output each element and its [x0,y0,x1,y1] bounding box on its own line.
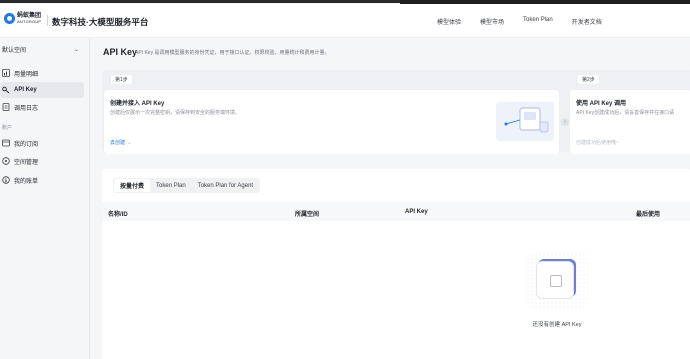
logo-en-text: ANTGROUP [17,19,42,24]
api-key-panel: 按量付费 Token Plan Token Plan for Agent 名称/… [102,169,690,359]
onboarding-steps: 第1步 创建并接入 API Key 创建后仅展示一次完整密钥，请保存到安全的服务… [102,70,690,154]
antgroup-logo[interactable]: 蚂蚁集团 ANTGROUP [4,13,41,24]
sidebar-item-label: 调用日志 [14,105,39,112]
top-header: 蚂蚁集团 ANTGROUP 数字科技·大模型服务平台 模型体验 模型市场 Tok… [0,4,690,38]
tab-pay-as-you-go[interactable]: 按量付费 [114,179,151,192]
log-icon [2,103,10,111]
sidebar-item-space-management[interactable]: 空间管理 [0,153,84,169]
svg-text:$: $ [4,178,7,184]
table-header: 名称/ID 所属空间 API Key 最后使用 [102,202,690,221]
chevron-down-icon: ⌄ [73,46,79,53]
step-1-tag: 第1步 [111,75,132,84]
step-1-card: 创建并接入 API Key 创建后仅展示一次完整密钥，请保存到安全的服务端环境。… [104,90,559,154]
sidebar-item-api-key[interactable]: API Key [0,82,84,98]
tab-token-plan-agent[interactable]: Token Plan for Agent [192,179,259,192]
api-key-illustration [496,102,554,141]
sidebar-item-billing[interactable]: $ 我的账单 [0,172,84,188]
platform-title: 数字科技·大模型服务平台 [52,17,149,27]
step-1-title: 创建并接入 API Key [110,101,165,107]
sidebar-item-label: API Key [14,87,37,93]
step-2-tag: 第2步 [578,75,599,84]
step-2-card: 使用 API Key 调用 API Key创建成功后，请妥善保存并在接口请 创建… [570,90,690,154]
logo-divider [47,15,48,26]
space-selector[interactable]: 默认空间 ⌄ [0,42,84,56]
sidebar-item-label: 空间管理 [14,159,39,166]
column-space: 所属空间 [295,212,320,218]
sidebar-item-usage[interactable]: 用量明细 [0,65,84,81]
nav-developer-docs[interactable]: 开发者文档 [572,17,602,26]
column-last-used: 最后使用 [636,212,661,218]
step-1-description: 创建后仅展示一次完整密钥，请保存到安全的服务端环境。 [110,110,241,116]
empty-state-illustration [526,253,588,309]
page-title: API Key [103,47,138,57]
space-selector-label: 默认空间 [2,47,27,54]
create-api-key-link[interactable]: 去创建 → [110,139,131,146]
bill-icon: $ [2,176,10,184]
tab-token-plan[interactable]: Token Plan [150,179,192,192]
sidebar-section-account: 账户 [2,125,13,131]
space-icon [2,157,10,165]
sidebar-item-label: 用量明细 [14,71,39,78]
subscription-icon [2,139,10,147]
step-2-description: API Key创建成功后，请妥善保存并在接口请 [576,110,675,116]
billing-tabs: 按量付费 Token Plan Token Plan for Agent [113,178,261,193]
nav-model-market[interactable]: 模型市场 [480,17,504,26]
bar-chart-icon [2,69,10,77]
sidebar: 默认空间 ⌄ 用量明细 API Key 调用日志 账户 我的订阅 空间管理 $ [0,38,90,359]
step-2-hint: 创建成功后使用哦~ [576,140,619,146]
sidebar-item-subscription[interactable]: 我的订阅 [0,135,84,151]
nav-token-plan[interactable]: Token Plan [523,17,553,26]
column-api-key: API Key [405,209,428,215]
step-next-arrow-icon: › [561,118,569,126]
sidebar-item-label: 我的订阅 [14,141,39,148]
sidebar-item-call-logs[interactable]: 调用日志 [0,99,84,115]
page-description: API Key 是调用模型服务的身份凭证，用于接口认证、权限校验、用量统计和费用… [135,50,330,56]
step-2-title: 使用 API Key 调用 [576,101,627,107]
column-name-id: 名称/ID [108,212,128,218]
empty-state-text: 还没有创建 API Key [532,322,582,328]
stack-icon [550,275,562,287]
nav-model-experience[interactable]: 模型体验 [437,17,461,26]
key-icon [2,86,10,94]
top-nav: 模型体验 模型市场 Token Plan 开发者文档 [437,17,621,26]
sidebar-item-label: 我的账单 [14,178,39,185]
main-content: API Key API Key 是调用模型服务的身份凭证，用于接口认证、权限校验… [92,38,690,359]
empty-box-icon [536,261,574,299]
ant-logo-icon [4,13,15,24]
